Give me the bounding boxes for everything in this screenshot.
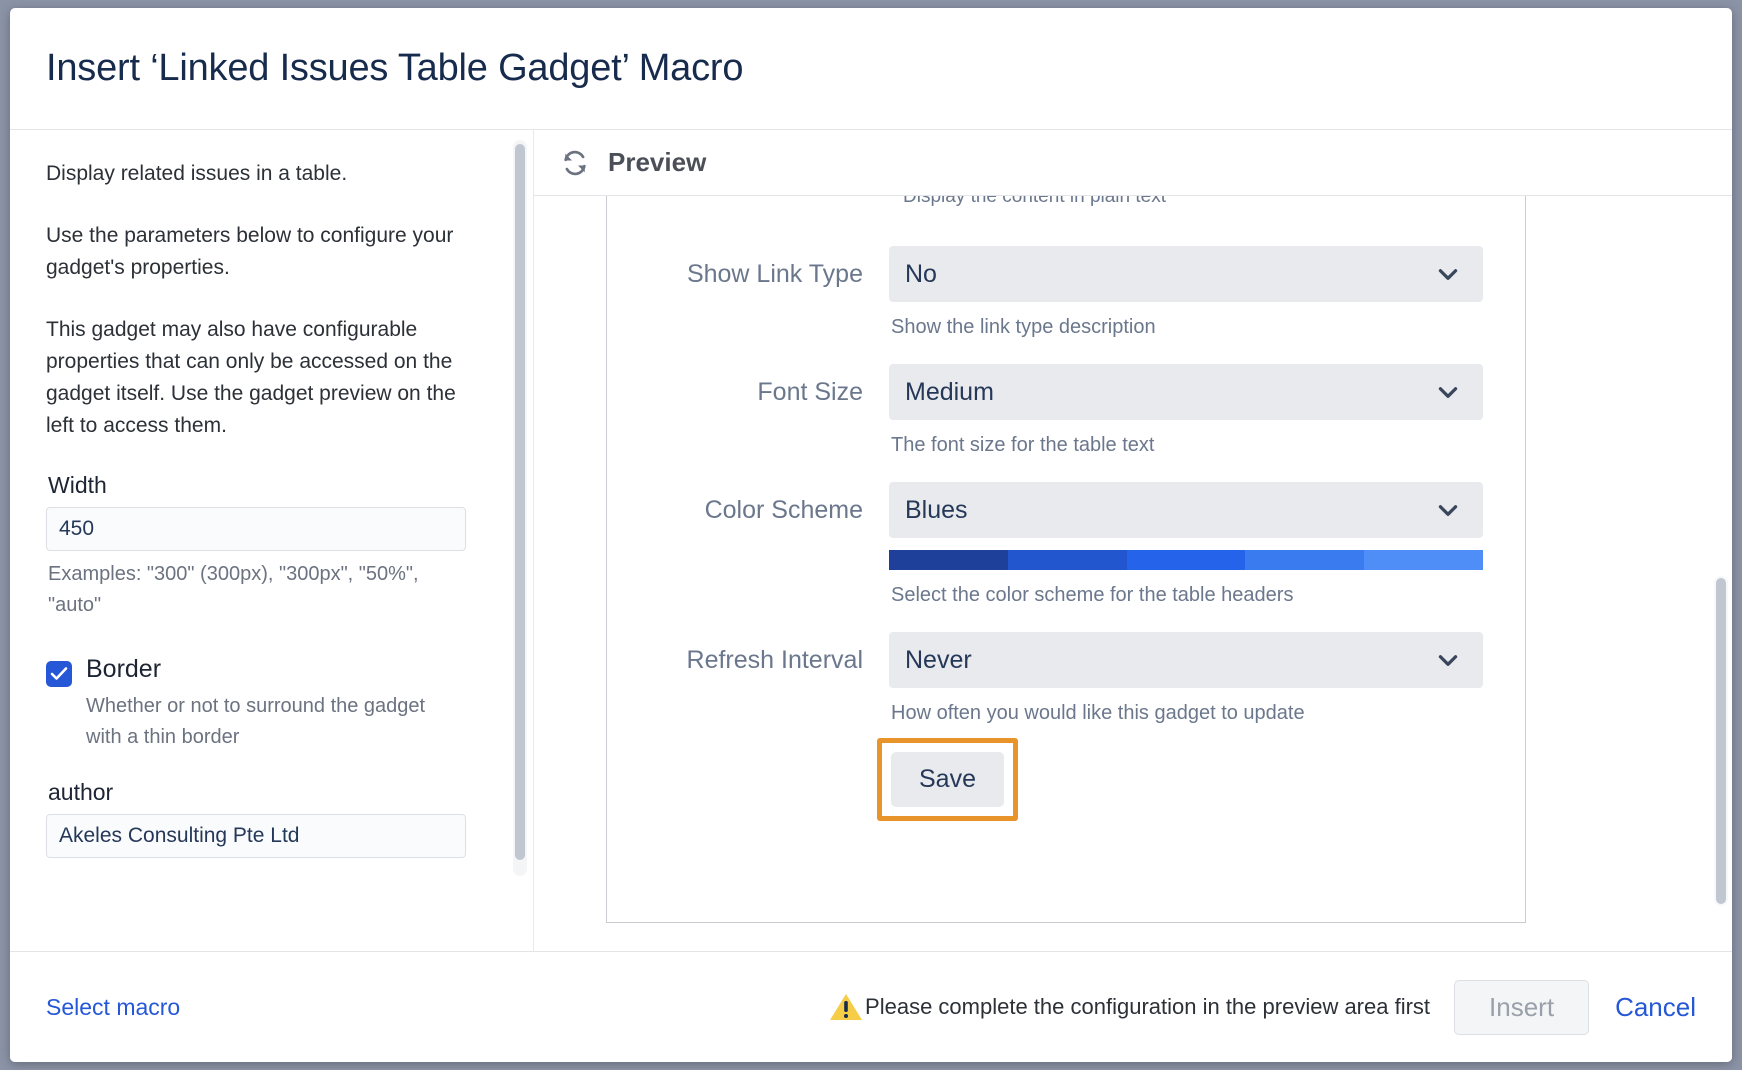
config-panel-scrollbar[interactable] [513,140,527,876]
chevron-down-icon[interactable] [1435,379,1461,405]
preview-body: Display the content in plain text Show L… [534,196,1732,951]
chevron-down-icon[interactable] [1435,647,1461,673]
insert-button[interactable]: Insert [1454,980,1589,1035]
font-size-label: Font Size [607,364,889,420]
color-swatch [1245,550,1364,570]
form-row-show-link-type: Show Link Type No Show the link type des… [607,246,1525,340]
footer-actions: Please complete the configuration in the… [829,980,1696,1035]
refresh-interval-label: Refresh Interval [607,632,889,688]
preview-panel: Preview Display the content in plain tex… [534,130,1732,951]
show-link-type-select[interactable]: No [889,246,1483,302]
border-checkbox[interactable] [46,661,72,687]
color-swatch [889,550,1008,570]
border-field-hint: Whether or not to surround the gadget wi… [86,691,466,753]
color-scheme-value: Blues [905,496,968,525]
color-scheme-select[interactable]: Blues [889,482,1483,538]
chevron-down-icon[interactable] [1435,497,1461,523]
form-row-refresh-interval: Refresh Interval Never How often you wou… [607,632,1525,807]
refresh-interval-description: How often you would like this gadget to … [891,700,1483,726]
config-paragraph-3: This gadget may also have configurable p… [46,314,476,442]
macro-config-panel: Display related issues in a table. Use t… [10,130,534,951]
preview-scrollbar-thumb[interactable] [1716,578,1726,904]
author-field-label: author [48,779,497,806]
border-checkbox-row[interactable]: Border [46,655,497,687]
clipped-description: Display the content in plain text [903,196,1166,208]
refresh-icon[interactable] [560,148,590,178]
save-button[interactable]: Save [891,752,1004,807]
select-macro-link[interactable]: Select macro [46,994,180,1021]
form-row-font-size: Font Size Medium The font size for the t… [607,364,1525,458]
page-title: Insert ‘Linked Issues Table Gadget’ Macr… [46,47,743,90]
form-row-color-scheme: Color Scheme Blues Select the color sche… [607,482,1525,608]
font-size-select[interactable]: Medium [889,364,1483,420]
cancel-button[interactable]: Cancel [1615,992,1696,1023]
dialog-footer: Select macro Please complete the configu… [10,952,1732,1062]
insert-macro-dialog: Insert ‘Linked Issues Table Gadget’ Macr… [10,8,1732,1062]
preview-title: Preview [608,147,706,178]
border-checkbox-label: Border [86,655,161,684]
preview-header: Preview [534,130,1732,196]
show-link-type-label: Show Link Type [607,246,889,302]
color-swatch [1008,550,1127,570]
font-size-value: Medium [905,378,994,407]
color-scheme-swatches [889,550,1483,570]
color-swatch [1364,550,1483,570]
chevron-down-icon[interactable] [1435,261,1461,287]
preview-scrollbar[interactable] [1714,576,1728,906]
dialog-header: Insert ‘Linked Issues Table Gadget’ Macr… [10,8,1732,130]
width-field-label: Width [48,472,497,499]
width-field-hint: Examples: "300" (300px), "300px", "50%",… [48,559,448,621]
config-paragraph-2: Use the parameters below to configure yo… [46,220,476,284]
save-button-wrapper: Save [891,752,1004,807]
warning-icon [829,992,863,1022]
check-icon [50,666,68,682]
author-input[interactable] [46,814,466,858]
show-link-type-value: No [905,260,937,289]
show-link-type-description: Show the link type description [891,314,1483,340]
dialog-body: Display related issues in a table. Use t… [10,130,1732,952]
config-scrollbar-thumb[interactable] [515,144,525,860]
color-scheme-label: Color Scheme [607,482,889,538]
warning-text: Please complete the configuration in the… [865,994,1430,1020]
width-input[interactable] [46,507,466,551]
refresh-interval-value: Never [905,646,972,675]
gadget-config-frame: Display the content in plain text Show L… [606,196,1526,923]
warning-message: Please complete the configuration in the… [829,992,1430,1022]
refresh-interval-select[interactable]: Never [889,632,1483,688]
config-paragraph-1: Display related issues in a table. [46,158,476,190]
font-size-description: The font size for the table text [891,432,1483,458]
color-scheme-description: Select the color scheme for the table he… [891,582,1483,608]
color-swatch [1127,550,1246,570]
